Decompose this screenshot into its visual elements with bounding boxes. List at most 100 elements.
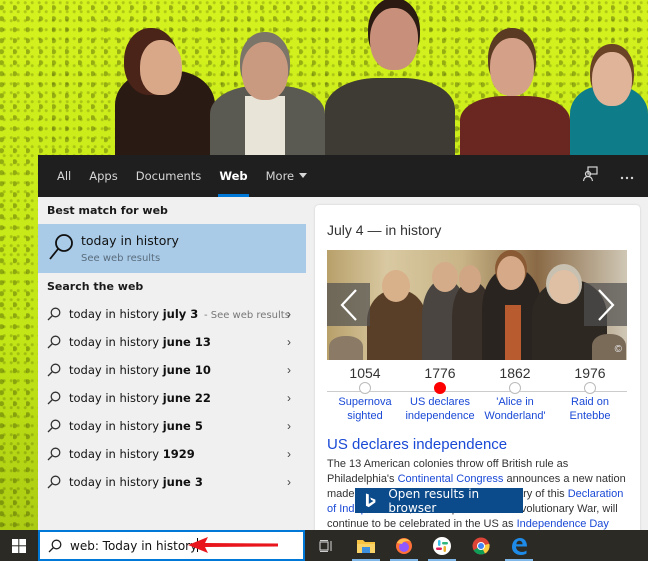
- chevron-right-icon[interactable]: ›: [287, 419, 291, 433]
- suggestion-bold: june 13: [162, 335, 211, 349]
- task-view-button[interactable]: [312, 530, 340, 561]
- preview-pane: July 4 — in history © 1054 Supernova sig…: [306, 197, 648, 545]
- independence-day-link[interactable]: Independence Day: [517, 518, 609, 530]
- tab-documents[interactable]: Documents: [127, 155, 211, 197]
- timeline-dot[interactable]: [584, 382, 596, 394]
- taskbar-app-chrome[interactable]: [462, 530, 500, 561]
- taskbar: web: Today in history: [0, 530, 648, 561]
- suggestion-text: today in history 1929: [69, 447, 195, 461]
- chevron-right-icon[interactable]: ›: [287, 475, 291, 489]
- timeline-dot[interactable]: [509, 382, 521, 394]
- web-suggestion-item[interactable]: today in history june 13 ›: [38, 328, 306, 356]
- timeline-label[interactable]: 'Alice in Wonderland': [475, 395, 555, 423]
- web-suggestion-item[interactable]: today in history june 10 ›: [38, 356, 306, 384]
- tab-label: Documents: [135, 169, 202, 183]
- taskbar-app-edge[interactable]: [500, 530, 538, 561]
- timeline-event[interactable]: 1862 'Alice in Wonderland': [475, 365, 555, 423]
- continental-congress-link[interactable]: Continental Congress: [398, 473, 504, 485]
- suggestion-bold: july 3: [162, 307, 199, 321]
- search-icon: [47, 419, 61, 433]
- timeline-event[interactable]: 1054 Supernova sighted: [325, 365, 405, 423]
- previous-button[interactable]: [327, 283, 370, 326]
- taskbar-app-slack[interactable]: [423, 530, 461, 561]
- chevron-right-icon[interactable]: ›: [287, 335, 291, 349]
- timeline-label-line: sighted: [347, 410, 383, 422]
- annotation-arrow-icon: [188, 537, 278, 553]
- chevron-right-icon[interactable]: ›: [287, 307, 291, 321]
- open-results-in-browser-button[interactable]: Open results in browser: [355, 486, 523, 515]
- card-title: July 4 — in history: [327, 222, 442, 238]
- start-button[interactable]: [0, 530, 38, 561]
- search-icon: [47, 447, 61, 461]
- web-suggestion-item[interactable]: today in history june 22 ›: [38, 384, 306, 412]
- tab-label: Web: [219, 169, 248, 183]
- suggestion-text: today in history june 22: [69, 391, 211, 405]
- web-suggestion-item[interactable]: today in history june 5 ›: [38, 412, 306, 440]
- chrome-icon: [472, 537, 490, 555]
- timeline-label-line: independence: [405, 410, 475, 422]
- history-painting-image: ©: [327, 250, 627, 360]
- tab-apps[interactable]: Apps: [80, 155, 126, 197]
- suggestion-bold: 1929: [162, 447, 195, 461]
- timeline-year: 1862: [499, 365, 531, 381]
- best-match-title: today in history: [81, 233, 179, 248]
- search-icon: [47, 335, 61, 349]
- timeline-year: 1776: [424, 365, 456, 381]
- web-suggestion-item[interactable]: today in history 1929 ›: [38, 440, 306, 468]
- chevron-right-icon[interactable]: ›: [287, 363, 291, 377]
- web-suggestion-item[interactable]: today in history july 3 - See web result…: [38, 300, 306, 328]
- edge-icon: [512, 537, 527, 555]
- search-icon: [47, 391, 61, 405]
- suggestion-text: today in history july 3 - See web result…: [69, 307, 290, 321]
- suggestion-prefix: today in history: [69, 475, 163, 489]
- best-match-item[interactable]: today in history See web results: [38, 224, 306, 273]
- suggestion-bold: june 3: [162, 475, 203, 489]
- wallpaper-people-image: [90, 0, 648, 156]
- timeline-label[interactable]: Raid on Entebbe: [550, 395, 630, 423]
- timeline-label[interactable]: Supernova sighted: [325, 395, 405, 423]
- copyright-icon[interactable]: ©: [615, 344, 622, 355]
- wallpaper-figure: [460, 16, 570, 156]
- suggestion-prefix: today in history: [69, 447, 163, 461]
- windows-logo-icon: [12, 538, 26, 553]
- wallpaper-figure: [110, 26, 215, 156]
- timeline-event[interactable]: 1776 US declares independence: [400, 365, 480, 423]
- chevron-right-icon[interactable]: ›: [287, 391, 291, 405]
- timeline-event[interactable]: 1976 Raid on Entebbe: [550, 365, 630, 423]
- open-browser-label: Open results in browser: [388, 486, 480, 515]
- search-tabbar: All Apps Documents Web More: [38, 155, 648, 197]
- suggestion-text: today in history june 3: [69, 475, 203, 489]
- taskbar-app-firefox[interactable]: [385, 530, 423, 561]
- history-timeline: 1054 Supernova sighted 1776 US declares indep…: [327, 365, 627, 435]
- timeline-dot[interactable]: [359, 382, 371, 394]
- taskbar-app-file-explorer[interactable]: [347, 530, 385, 561]
- timeline-year: 1054: [349, 365, 381, 381]
- tab-label: More: [265, 169, 295, 183]
- results-list: Best match for web today in history See …: [38, 197, 306, 530]
- search-icon: [48, 233, 74, 266]
- next-button[interactable]: [584, 283, 627, 326]
- timeline-label-line: Wonderland': [484, 410, 546, 422]
- timeline-label-line: Supernova: [338, 396, 392, 408]
- tab-more[interactable]: More: [257, 155, 317, 197]
- firefox-icon: [396, 537, 412, 554]
- timeline-label[interactable]: US declares independence: [400, 395, 480, 423]
- wallpaper-figure: [210, 26, 325, 156]
- timeline-label-line: 'Alice in: [496, 396, 534, 408]
- chevron-right-icon[interactable]: ›: [287, 447, 291, 461]
- ellipsis-icon[interactable]: [620, 167, 634, 185]
- event-headline-link[interactable]: US declares independence: [327, 436, 507, 453]
- tab-all[interactable]: All: [48, 155, 80, 197]
- suggestion-text: today in history june 13: [69, 335, 211, 349]
- search-panel: All Apps Documents Web More Best match f…: [38, 155, 648, 545]
- tab-web[interactable]: Web: [210, 155, 256, 197]
- timeline-label-line: Raid on: [571, 396, 609, 408]
- suggestion-prefix: today in history: [69, 363, 163, 377]
- suggestion-bold: june 10: [162, 363, 211, 377]
- wallpaper-figure: [325, 0, 455, 156]
- timeline-dot[interactable]: [434, 382, 446, 394]
- search-icon: [48, 539, 62, 552]
- file-explorer-icon: [357, 540, 375, 553]
- web-suggestion-item[interactable]: today in history june 3 ›: [38, 468, 306, 496]
- feedback-icon[interactable]: [582, 165, 598, 187]
